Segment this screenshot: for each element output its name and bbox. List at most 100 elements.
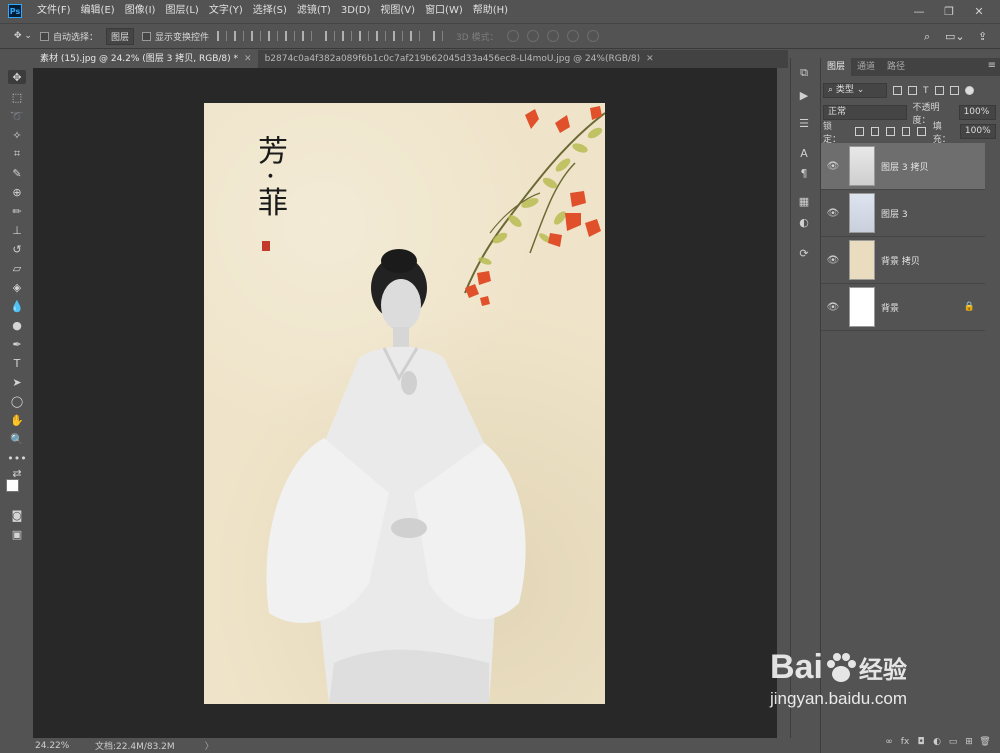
distribute-bottom-icon[interactable] — [359, 31, 369, 41]
distribute-top-icon[interactable] — [325, 31, 335, 41]
tab-document-1[interactable]: 素材 (15).jpg @ 24.2% (图层 3 拷贝, RGB/8) * ✕ — [33, 50, 258, 68]
align-left-icon[interactable] — [268, 31, 278, 41]
menu-help[interactable]: 帮助(H) — [468, 0, 513, 22]
menu-type[interactable]: 文字(Y) — [204, 0, 248, 22]
align-right-icon[interactable] — [302, 31, 312, 41]
more-tools-icon[interactable]: ••• — [7, 451, 26, 465]
show-transform-checkbox[interactable]: 显示变换控件 — [141, 30, 209, 43]
ellipse-tool-icon[interactable]: ◯ — [8, 394, 26, 408]
eraser-tool-icon[interactable]: ▱ — [8, 261, 26, 275]
close-button[interactable]: ✕ — [964, 5, 994, 18]
menu-view[interactable]: 视图(V) — [375, 0, 420, 22]
status-menu-arrow[interactable]: 〉 — [205, 739, 214, 752]
orbit-3d-icon[interactable] — [506, 30, 519, 42]
workspace-icon[interactable]: ▭⌄ — [945, 30, 965, 43]
move-tool-preset[interactable]: ✥ ⌄ — [14, 31, 32, 41]
zoom-tool-icon[interactable]: 🔍 — [8, 432, 26, 446]
tab-channels[interactable]: 通道 — [851, 58, 881, 76]
add-style-icon[interactable]: fx — [897, 737, 913, 747]
menu-file[interactable]: 文件(F) — [32, 0, 76, 22]
paint-bucket-icon[interactable]: ◈ — [8, 280, 26, 294]
lock-artboard-icon[interactable] — [901, 127, 911, 136]
auto-align-icon[interactable] — [433, 31, 443, 41]
menu-window[interactable]: 窗口(W) — [420, 0, 468, 22]
layer-row[interactable]: 👁 背景 🔒 — [821, 284, 985, 331]
add-mask-icon[interactable]: ◘ — [913, 737, 929, 747]
hand-tool-icon[interactable]: ✋ — [8, 413, 26, 427]
scale-3d-icon[interactable] — [586, 30, 599, 42]
history-panel-icon[interactable]: ⧉ — [797, 66, 811, 80]
3d-panel-icon[interactable]: ⟳ — [797, 246, 811, 260]
libraries-panel-icon[interactable]: ▦ — [797, 194, 811, 208]
character-panel-icon[interactable]: A — [797, 146, 811, 160]
tab-document-2[interactable]: b2874c0a4f382a089f6b1c0c7af219b62045d33a… — [257, 50, 660, 68]
pixel-filter-icon[interactable] — [893, 86, 902, 95]
clone-stamp-icon[interactable]: ⊥ — [8, 223, 26, 237]
foreground-color-swatch[interactable] — [6, 479, 19, 492]
slide-3d-icon[interactable] — [566, 30, 579, 42]
type-tool-icon[interactable]: T — [8, 356, 26, 370]
distribute-hcenter-icon[interactable] — [393, 31, 403, 41]
quick-mask-icon[interactable]: ◙ — [8, 508, 26, 522]
crop-tool-icon[interactable]: ⌗ — [8, 147, 26, 161]
eyedropper-icon[interactable]: ✎ — [8, 166, 26, 180]
history-brush-icon[interactable]: ↺ — [8, 242, 26, 256]
zoom-level[interactable]: 24.22% — [35, 741, 95, 751]
auto-select-target-dropdown[interactable]: 图层 — [105, 27, 134, 45]
actions-panel-icon[interactable]: ▶ — [797, 88, 811, 102]
layer-filter-dropdown[interactable]: ⌕ 类型 ⌄ — [823, 83, 887, 98]
layer-row[interactable]: 👁 图层 3 — [821, 190, 985, 237]
new-group-icon[interactable]: ▭ — [945, 737, 961, 747]
shape-filter-icon[interactable] — [934, 86, 944, 95]
close-icon[interactable]: ✕ — [244, 54, 252, 64]
blur-tool-icon[interactable]: 💧 — [8, 299, 26, 313]
eye-icon[interactable]: 👁 — [825, 161, 841, 172]
align-hcenter-icon[interactable] — [285, 31, 295, 41]
screen-mode-icon[interactable]: ▣ — [8, 527, 26, 541]
auto-select-checkbox[interactable]: 自动选择： — [39, 30, 98, 43]
menu-3d[interactable]: 3D(D) — [336, 0, 376, 22]
minimize-button[interactable]: — — [904, 5, 934, 18]
restore-button[interactable]: ❐ — [934, 5, 964, 18]
align-top-icon[interactable] — [217, 31, 227, 41]
delete-layer-icon[interactable]: 🗑 — [977, 737, 993, 747]
pen-tool-icon[interactable]: ✒ — [8, 337, 26, 351]
adjustment-filter-icon[interactable] — [908, 86, 917, 95]
layer-row[interactable]: 👁 图层 3 拷贝 — [821, 143, 985, 190]
smart-object-filter-icon[interactable] — [949, 86, 959, 95]
menu-select[interactable]: 选择(S) — [248, 0, 292, 22]
distribute-vcenter-icon[interactable] — [342, 31, 352, 41]
distribute-right-icon[interactable] — [410, 31, 420, 41]
eye-icon[interactable]: 👁 — [825, 255, 841, 266]
lock-all-icon[interactable] — [917, 127, 926, 136]
brush-tool-icon[interactable]: ✏ — [8, 204, 26, 218]
path-select-icon[interactable]: ➤ — [8, 375, 26, 389]
close-icon[interactable]: ✕ — [646, 54, 654, 64]
lasso-tool-icon[interactable]: ➰ — [8, 109, 26, 123]
marquee-tool-icon[interactable]: ⬚ — [8, 90, 26, 104]
type-filter-icon[interactable]: T — [923, 86, 929, 96]
share-icon[interactable]: ⇪ — [978, 30, 987, 43]
opacity-field[interactable]: 100% — [958, 105, 997, 120]
search-icon[interactable]: ⌕ — [924, 30, 930, 44]
drag-3d-icon[interactable] — [546, 30, 559, 42]
dodge-tool-icon[interactable]: ● — [8, 318, 26, 332]
healing-brush-icon[interactable]: ⊕ — [8, 185, 26, 199]
menu-filter[interactable]: 滤镜(T) — [292, 0, 336, 22]
lock-transparent-icon[interactable] — [855, 127, 864, 136]
eye-icon[interactable]: 👁 — [825, 208, 841, 219]
canvas-area[interactable]: 芳·菲 — [33, 68, 777, 738]
new-adjustment-icon[interactable]: ◐ — [929, 737, 945, 747]
document-canvas[interactable]: 芳·菲 — [204, 103, 605, 704]
eye-icon[interactable]: 👁 — [825, 302, 841, 313]
tab-paths[interactable]: 路径 — [881, 58, 911, 76]
align-bottom-icon[interactable] — [251, 31, 261, 41]
tab-layers[interactable]: 图层 — [821, 58, 852, 76]
roll-3d-icon[interactable] — [526, 30, 539, 42]
distribute-left-icon[interactable] — [376, 31, 386, 41]
menu-image[interactable]: 图像(I) — [120, 0, 161, 22]
paragraph-panel-icon[interactable]: ¶ — [797, 166, 811, 180]
adjustments-panel-icon[interactable]: ◐ — [797, 215, 811, 229]
menu-edit[interactable]: 编辑(E) — [76, 0, 120, 22]
link-layers-icon[interactable]: ∞ — [881, 737, 897, 747]
